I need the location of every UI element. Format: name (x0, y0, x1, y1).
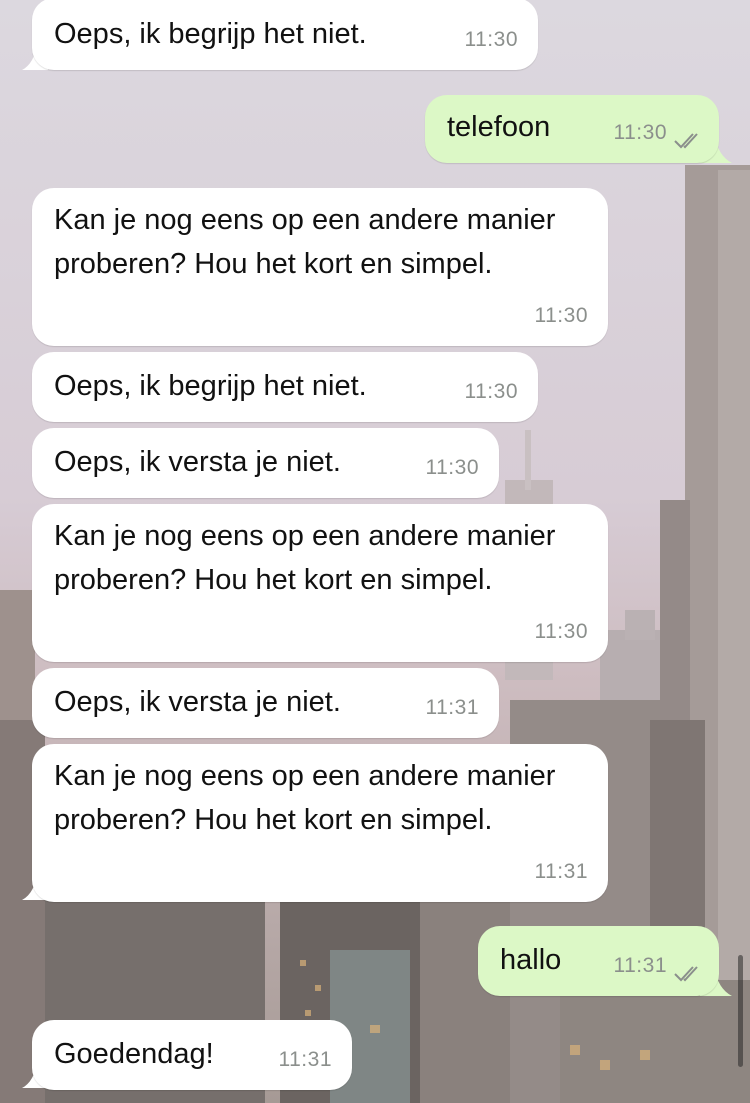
message-timestamp: 11:31 (534, 860, 588, 883)
message-timestamp: 11:30 (613, 121, 667, 144)
message-bubble-incoming[interactable]: Kan je nog eens op een andere manier pro… (32, 744, 608, 902)
message-timestamp: 11:30 (534, 620, 588, 643)
message-bubble-incoming[interactable]: Goedendag! 11:31 (32, 1020, 352, 1090)
message-timestamp: 11:31 (613, 954, 667, 977)
double-check-read-icon (674, 133, 698, 149)
message-timestamp: 11:30 (464, 28, 518, 51)
message-timestamp: 11:30 (534, 304, 588, 327)
message-bubble-incoming[interactable]: Kan je nog eens op een andere manier pro… (32, 188, 608, 346)
message-text: Oeps, ik begrijp het niet. (54, 370, 367, 402)
message-bubble-incoming[interactable]: Oeps, ik begrijp het niet. 11:30 (32, 352, 538, 422)
message-timestamp: 11:31 (278, 1048, 332, 1071)
message-text: Kan je nog eens op een andere manier pro… (54, 204, 556, 280)
message-bubble-incoming[interactable]: Kan je nog eens op een andere manier pro… (32, 504, 608, 662)
message-text: Oeps, ik versta je niet. (54, 686, 341, 718)
message-bubble-incoming[interactable]: Oeps, ik versta je niet. 11:30 (32, 428, 499, 498)
message-timestamp: 11:30 (464, 380, 518, 403)
message-timestamp: 11:31 (425, 696, 479, 719)
scroll-indicator[interactable] (738, 955, 743, 1067)
message-text: Kan je nog eens op een andere manier pro… (54, 760, 556, 836)
message-text: Oeps, ik begrijp het niet. (54, 18, 367, 50)
message-text: hallo (500, 944, 562, 976)
message-text: Kan je nog eens op een andere manier pro… (54, 520, 556, 596)
message-bubble-outgoing[interactable]: telefoon 11:30 (425, 95, 719, 163)
message-bubble-incoming[interactable]: Oeps, ik begrijp het niet. 11:30 (32, 0, 538, 70)
message-timestamp: 11:30 (425, 456, 479, 479)
double-check-read-icon (674, 966, 698, 982)
message-text: Oeps, ik versta je niet. (54, 446, 341, 478)
message-bubble-outgoing[interactable]: hallo 11:31 (478, 926, 719, 996)
message-bubble-incoming[interactable]: Oeps, ik versta je niet. 11:31 (32, 668, 499, 738)
